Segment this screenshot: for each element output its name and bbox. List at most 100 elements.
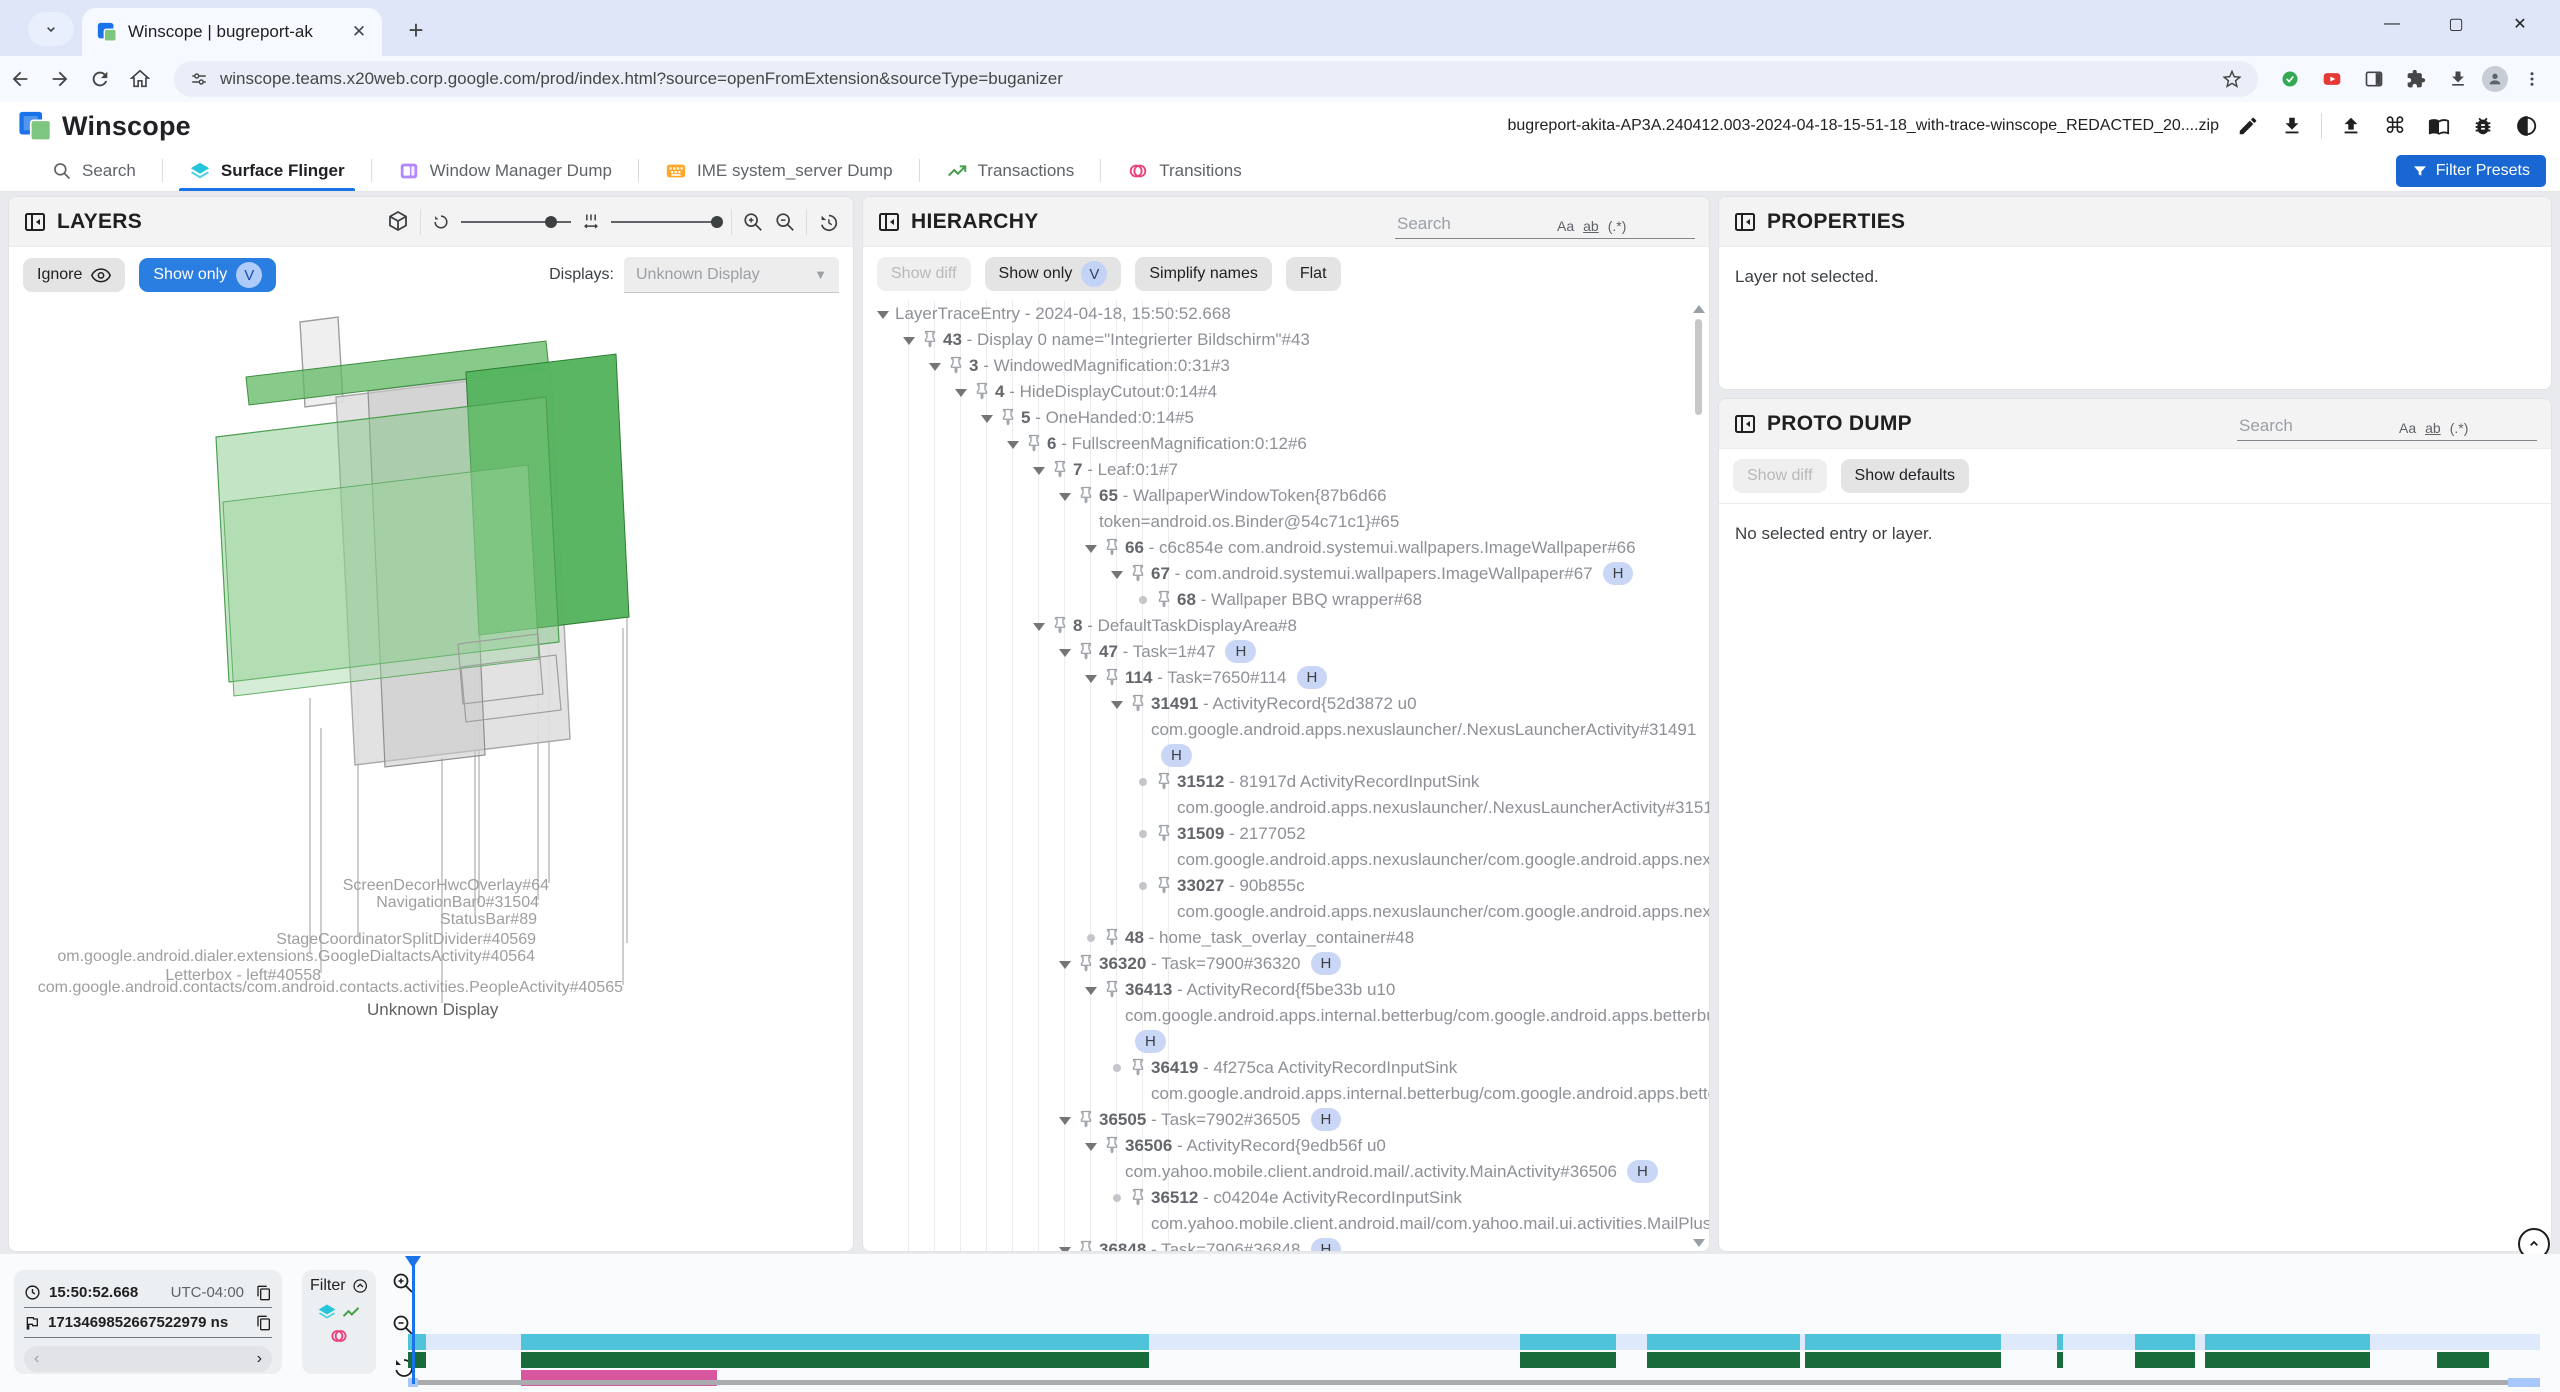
tree-node[interactable]: 47 - Task=1#47H: [863, 639, 1709, 665]
tree-node[interactable]: 36419 - 4f275ca ActivityRecordInputSink …: [863, 1055, 1709, 1107]
tree-node[interactable]: 36320 - Task=7900#36320H: [863, 951, 1709, 977]
simplify-names-button[interactable]: Simplify names: [1135, 257, 1271, 291]
tree-node[interactable]: 36512 - c04204e ActivityRecordInputSink …: [863, 1185, 1709, 1237]
copy-ns-icon[interactable]: [256, 1315, 272, 1331]
expand-caret-icon[interactable]: [1111, 571, 1123, 579]
tab-search-button[interactable]: [28, 12, 74, 46]
tab-transactions[interactable]: Transactions: [920, 150, 1101, 191]
tab-close-button[interactable]: ✕: [346, 19, 372, 45]
new-tab-button[interactable]: +: [400, 14, 432, 46]
dark-mode-icon[interactable]: [2512, 111, 2542, 141]
next-entry-button[interactable]: ›: [257, 1350, 262, 1368]
tree-node[interactable]: 114 - Task=7650#114H: [863, 665, 1709, 691]
bookmark-star-icon[interactable]: [2222, 69, 2242, 89]
expand-caret-icon[interactable]: [1085, 545, 1097, 553]
pin-icon[interactable]: [1103, 928, 1121, 946]
expand-caret-icon[interactable]: [1033, 467, 1045, 475]
layers-3d-canvas[interactable]: Unknown Display ScreenDecorHwcOverlay#64…: [9, 303, 853, 1252]
tree-node[interactable]: 31509 - 2177052 com.google.android.apps.…: [863, 821, 1709, 873]
rotation-slider[interactable]: [461, 221, 571, 223]
documentation-icon[interactable]: [2424, 111, 2454, 141]
copy-time-icon[interactable]: [256, 1285, 272, 1301]
timeline-scrollbar[interactable]: [408, 1380, 2530, 1385]
tree-node[interactable]: 8 - DefaultTaskDisplayArea#8: [863, 613, 1709, 639]
back-button[interactable]: [0, 59, 40, 99]
window-minimize-button[interactable]: —: [2360, 0, 2424, 48]
pin-icon[interactable]: [1129, 694, 1147, 712]
tree-node[interactable]: 3 - WindowedMagnification:0:31#3: [863, 353, 1709, 379]
tree-node[interactable]: 5 - OneHanded:0:14#5: [863, 405, 1709, 431]
reset-view-icon[interactable]: [817, 211, 839, 233]
tree-node[interactable]: 36848 - Task=7906#36848H: [863, 1237, 1709, 1251]
pin-icon[interactable]: [1103, 1136, 1121, 1154]
prev-entry-button[interactable]: ‹: [34, 1350, 39, 1368]
tree-node[interactable]: 31491 - ActivityRecord{52d3872 u0 com.go…: [863, 691, 1709, 769]
tree-node[interactable]: 68 - Wallpaper BBQ wrapper#68: [863, 587, 1709, 613]
regex-icon[interactable]: (.*): [1608, 218, 1627, 234]
expand-caret-icon[interactable]: [1007, 441, 1019, 449]
reload-button[interactable]: [80, 59, 120, 99]
show-defaults-button[interactable]: Show defaults: [1841, 459, 1970, 493]
tree-node[interactable]: LayerTraceEntry - 2024-04-18, 15:50:52.6…: [863, 301, 1709, 327]
match-case-icon[interactable]: Aa: [2399, 420, 2416, 436]
pin-icon[interactable]: [1077, 486, 1095, 504]
pin-icon[interactable]: [1155, 824, 1173, 842]
match-case-icon[interactable]: Aa: [1557, 218, 1574, 234]
expand-caret-icon[interactable]: [1085, 987, 1097, 995]
scroll-up-icon[interactable]: [1693, 305, 1705, 313]
expand-caret-icon[interactable]: [877, 311, 889, 319]
pin-icon[interactable]: [1077, 1110, 1095, 1128]
proto-show-diff-button[interactable]: Show diff: [1733, 459, 1827, 493]
scroll-down-icon[interactable]: [1693, 1239, 1705, 1247]
extension-youtube-icon[interactable]: [2314, 59, 2350, 99]
expand-caret-icon[interactable]: [1111, 701, 1123, 709]
tree-node[interactable]: 43 - Display 0 name="Integrierter Bildsc…: [863, 327, 1709, 353]
browser-tab[interactable]: Winscope | bugreport-ak ✕: [82, 8, 382, 56]
pin-icon[interactable]: [1155, 590, 1173, 608]
expand-caret-icon[interactable]: [1059, 1117, 1071, 1125]
window-close-button[interactable]: ✕: [2488, 0, 2552, 48]
pin-icon[interactable]: [947, 356, 965, 374]
transitions-trace-icon[interactable]: [329, 1326, 349, 1346]
forward-button[interactable]: [40, 59, 80, 99]
expand-caret-icon[interactable]: [1059, 961, 1071, 969]
window-maximize-button[interactable]: ▢: [2424, 0, 2488, 48]
spacing-slider[interactable]: [611, 221, 721, 223]
regex-icon[interactable]: (.*): [2450, 420, 2469, 436]
displays-dropdown[interactable]: Unknown Display▼: [624, 257, 839, 293]
pin-icon[interactable]: [1129, 564, 1147, 582]
collapse-panel-icon[interactable]: [877, 210, 901, 234]
tree-node[interactable]: 48 - home_task_overlay_container#48: [863, 925, 1709, 951]
show-only-v-toggle-hierarchy[interactable]: Show only V: [985, 257, 1122, 291]
pin-icon[interactable]: [1077, 1240, 1095, 1251]
tree-node[interactable]: 65 - WallpaperWindowToken{87b6d66 token=…: [863, 483, 1709, 535]
expand-caret-icon[interactable]: [955, 389, 967, 397]
tree-node[interactable]: 66 - c6c854e com.android.systemui.wallpa…: [863, 535, 1709, 561]
hierarchy-scrollbar[interactable]: [1691, 301, 1707, 1251]
upload-icon[interactable]: [2336, 111, 2366, 141]
pin-icon[interactable]: [999, 408, 1017, 426]
timeline-scroll-thumb[interactable]: [2508, 1378, 2540, 1387]
expand-caret-icon[interactable]: [1059, 649, 1071, 657]
surface-flinger-trace-icon[interactable]: [317, 1302, 337, 1322]
extension-adblock-icon[interactable]: [2272, 59, 2308, 99]
expand-caret-icon[interactable]: [1059, 493, 1071, 501]
show-only-v-toggle-layers[interactable]: Show only V: [139, 258, 276, 292]
pin-icon[interactable]: [1155, 772, 1173, 790]
zoom-in-icon[interactable]: [742, 211, 764, 233]
tab-surface-flinger[interactable]: Surface Flinger: [163, 150, 371, 191]
expand-caret-icon[interactable]: [1033, 623, 1045, 631]
collapse-panel-icon[interactable]: [1733, 210, 1757, 234]
side-panel-icon[interactable]: [2356, 59, 2392, 99]
pin-icon[interactable]: [1025, 434, 1043, 452]
expand-caret-icon[interactable]: [981, 415, 993, 423]
edit-icon[interactable]: [2233, 111, 2263, 141]
collapse-panel-icon[interactable]: [23, 210, 47, 234]
profile-avatar[interactable]: [2482, 66, 2508, 92]
pin-icon[interactable]: [921, 330, 939, 348]
filter-collapse-icon[interactable]: [352, 1276, 368, 1296]
downloads-icon[interactable]: [2440, 59, 2476, 99]
home-button[interactable]: [120, 59, 160, 99]
pin-icon[interactable]: [1103, 668, 1121, 686]
zoom-out-icon[interactable]: [774, 211, 796, 233]
